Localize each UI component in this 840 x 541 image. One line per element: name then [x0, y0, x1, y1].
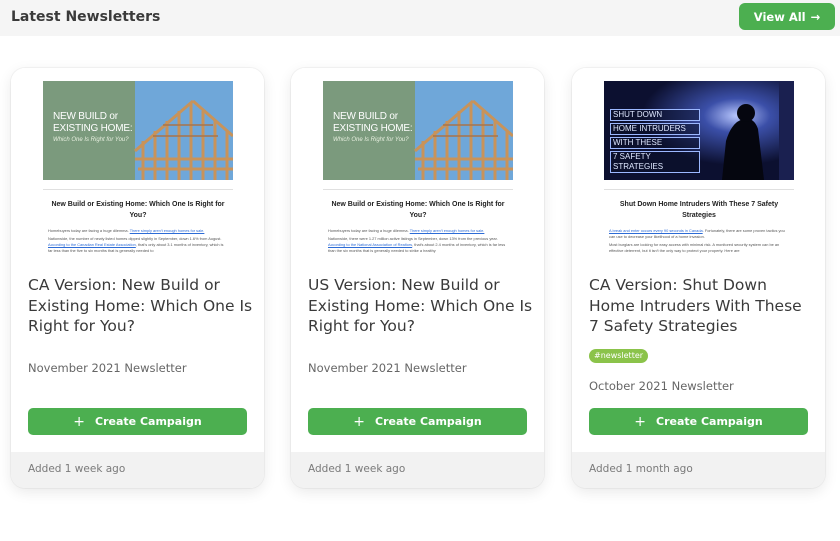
preview-link[interactable]: A break and enter occurs every 90 second… — [609, 228, 703, 233]
preview-hero-image: SHUT DOWN HOME INTRUDERS WITH THESE 7 SA… — [604, 81, 794, 180]
newsletter-month: November 2021 Newsletter — [28, 361, 187, 375]
plus-icon: + — [353, 413, 366, 430]
preview-link[interactable]: According to the Canadian Real Estate As… — [48, 242, 136, 247]
preview-title: New Build or Existing Home: Which One Is… — [331, 201, 505, 219]
section-title: Latest Newsletters — [11, 9, 161, 25]
card-title[interactable]: CA Version: Shut Down Home Intruders Wit… — [589, 275, 814, 337]
preview-title: New Build or Existing Home: Which One Is… — [51, 201, 225, 219]
hero-line-1: NEW BUILD or — [333, 111, 398, 122]
create-campaign-button[interactable]: + Create Campaign — [308, 408, 527, 435]
newsletter-card[interactable]: NEW BUILD or EXISTING HOME: Which One Is… — [291, 68, 544, 488]
top-bar: Latest Newsletters View All → — [0, 0, 840, 36]
view-all-label: View All — [753, 9, 806, 24]
hero-line-2: EXISTING HOME: — [53, 123, 133, 134]
hero-line-3: WITH THESE — [610, 137, 700, 149]
added-time: Added 1 week ago — [308, 463, 406, 475]
hero-line-2: EXISTING HOME: — [333, 123, 413, 134]
preview-text: Nationwide, there were 1.27 million acti… — [328, 236, 498, 241]
newsletter-month: October 2021 Newsletter — [589, 379, 734, 393]
hero-line-2: HOME INTRUDERS — [610, 123, 700, 135]
preview-text: Most burglars are looking for easy acces… — [609, 242, 780, 253]
hero-subtitle: Which One Is Right for You? — [333, 137, 409, 143]
newsletter-preview[interactable]: NEW BUILD or EXISTING HOME: Which One Is… — [291, 68, 544, 257]
preview-body: Homebuyers today are facing a huge dilem… — [328, 228, 508, 256]
hero-subtitle: Which One Is Right for You? — [53, 137, 129, 143]
hero-line-4: 7 SAFETY STRATEGIES — [610, 151, 700, 173]
preview-title: Shut Down Home Intruders With These 7 Sa… — [619, 201, 779, 219]
newsletter-card[interactable]: SHUT DOWN HOME INTRUDERS WITH THESE 7 SA… — [572, 68, 825, 488]
preview-text: Homebuyers today are facing a huge dilem… — [328, 228, 410, 233]
preview-hero-image: NEW BUILD or EXISTING HOME: Which One Is… — [43, 81, 233, 180]
plus-icon: + — [73, 413, 86, 430]
card-footer: Added 1 week ago — [11, 452, 264, 488]
create-campaign-label: Create Campaign — [95, 415, 202, 428]
preview-link[interactable]: According to the National Association of… — [328, 242, 412, 247]
card-title[interactable]: US Version: New Build or Existing Home: … — [308, 275, 533, 337]
newsletter-month: November 2021 Newsletter — [308, 361, 467, 375]
preview-body: Homebuyers today are facing a huge dilem… — [48, 228, 228, 256]
newsletter-preview[interactable]: NEW BUILD or EXISTING HOME: Which One Is… — [11, 68, 264, 257]
newsletter-tag[interactable]: #newsletter — [589, 349, 649, 363]
newsletter-card[interactable]: NEW BUILD or EXISTING HOME: Which One Is… — [11, 68, 264, 488]
preview-divider — [43, 189, 233, 190]
preview-hero-image: NEW BUILD or EXISTING HOME: Which One Is… — [323, 81, 513, 180]
added-time: Added 1 week ago — [28, 463, 126, 475]
hero-line-1: NEW BUILD or — [53, 111, 118, 122]
hero-line-1: SHUT DOWN — [610, 109, 700, 121]
create-campaign-button[interactable]: + Create Campaign — [28, 408, 247, 435]
arrow-right-icon: → — [810, 9, 821, 24]
preview-link[interactable]: There simply aren't enough homes for sal… — [410, 228, 485, 233]
card-footer: Added 1 week ago — [291, 452, 544, 488]
card-title[interactable]: CA Version: New Build or Existing Home: … — [28, 275, 253, 337]
create-campaign-button[interactable]: + Create Campaign — [589, 408, 808, 435]
view-all-button[interactable]: View All → — [739, 3, 835, 30]
preview-divider — [604, 189, 794, 190]
added-time: Added 1 month ago — [589, 463, 693, 475]
preview-link[interactable]: There simply aren't enough homes for sal… — [130, 228, 205, 233]
plus-icon: + — [634, 413, 647, 430]
preview-body: A break and enter occurs every 90 second… — [609, 228, 789, 256]
card-footer: Added 1 month ago — [572, 452, 825, 488]
create-campaign-label: Create Campaign — [656, 415, 763, 428]
preview-text: Nationwide, the number of newly listed h… — [48, 236, 222, 241]
create-campaign-label: Create Campaign — [375, 415, 482, 428]
preview-text: Homebuyers today are facing a huge dilem… — [48, 228, 130, 233]
newsletter-preview[interactable]: SHUT DOWN HOME INTRUDERS WITH THESE 7 SA… — [572, 68, 825, 257]
preview-divider — [323, 189, 513, 190]
